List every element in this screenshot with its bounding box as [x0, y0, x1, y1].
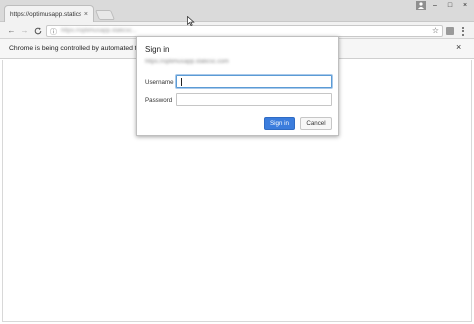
username-label: Username [145, 79, 174, 86]
forward-button[interactable]: → [19, 25, 30, 36]
browser-tab[interactable]: https://optimusapp.staticsc × [4, 5, 94, 22]
username-field[interactable] [176, 75, 332, 88]
tab-strip: https://optimusapp.staticsc × – □ × [0, 0, 474, 22]
sign-in-dialog: Sign in https://optimusapp.staticsc.com … [136, 36, 339, 136]
minimize-button[interactable]: – [428, 0, 442, 11]
mouse-pointer-icon [187, 16, 195, 26]
text-caret [181, 78, 182, 86]
dialog-title: Sign in [145, 45, 170, 54]
password-label: Password [145, 97, 173, 104]
reload-icon [34, 27, 41, 34]
sign-in-button[interactable]: Sign in [264, 117, 295, 130]
dialog-origin: https://optimusapp.staticsc.com [145, 59, 229, 65]
address-url: https://optimusapp.staticsc... [61, 28, 137, 34]
password-field[interactable] [176, 93, 332, 106]
new-tab-button[interactable] [94, 10, 116, 20]
site-info-icon[interactable]: ⓘ [50, 27, 57, 37]
cancel-button[interactable]: Cancel [300, 117, 332, 130]
reload-button[interactable] [32, 25, 43, 36]
window-close-button[interactable]: × [458, 0, 472, 11]
profile-icon[interactable] [416, 1, 426, 10]
extension-icon[interactable] [446, 27, 454, 35]
infobar-text: Chrome is being controlled by automated … [9, 45, 139, 52]
chrome-menu-button[interactable] [459, 25, 467, 37]
tab-title: https://optimusapp.staticsc [10, 10, 81, 18]
tab-close-icon[interactable]: × [84, 11, 88, 18]
back-button[interactable]: ← [6, 25, 17, 36]
maximize-button[interactable]: □ [443, 0, 457, 11]
bookmark-star-icon[interactable]: ☆ [432, 26, 439, 35]
infobar-close-icon[interactable]: × [456, 43, 461, 52]
